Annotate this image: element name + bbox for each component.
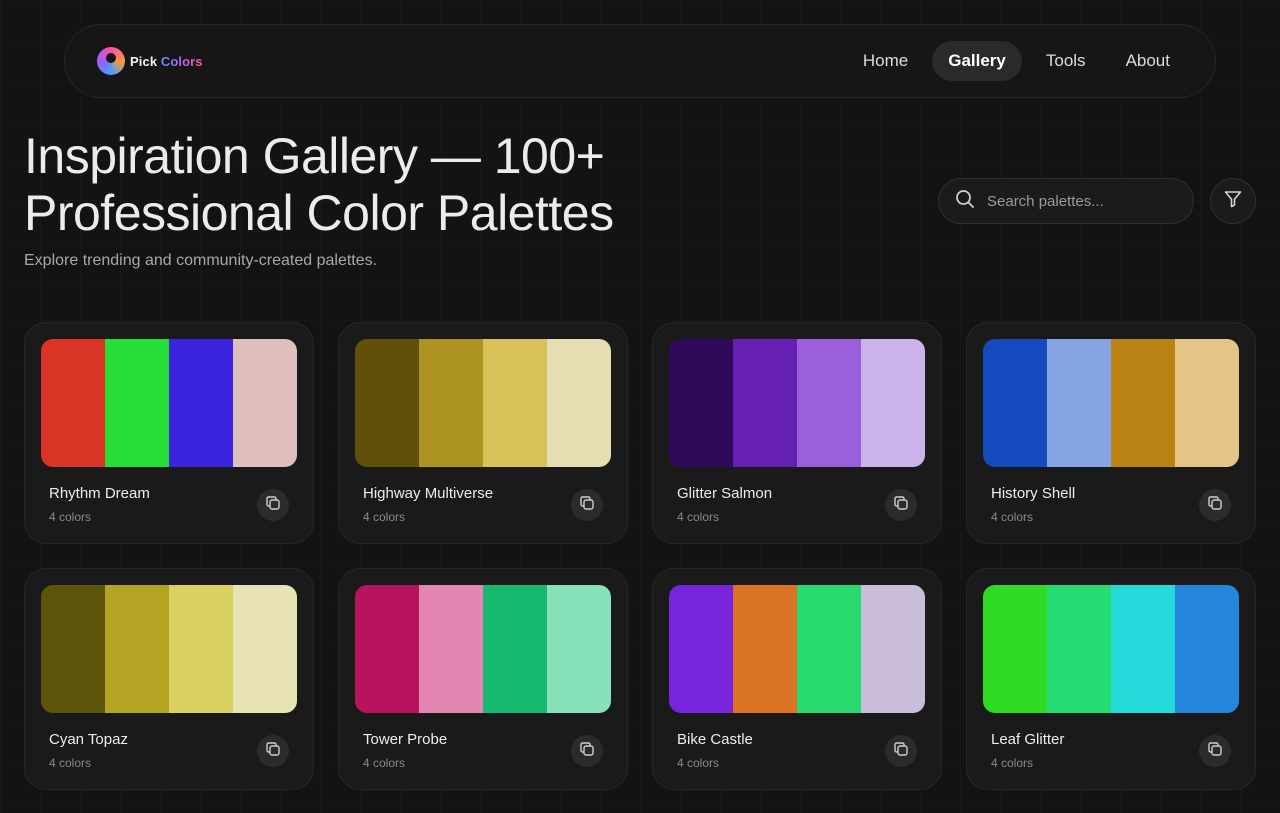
copy-palette-button[interactable] (257, 735, 289, 767)
copy-icon (893, 741, 909, 762)
color-swatch[interactable] (1111, 339, 1175, 467)
palette-color-count: 4 colors (677, 756, 720, 770)
color-swatch[interactable] (983, 585, 1047, 713)
color-swatch[interactable] (547, 585, 611, 713)
palette-color-count: 4 colors (677, 510, 720, 524)
page-title: Inspiration Gallery — 100+ Professional … (24, 128, 614, 241)
palette-name: Rhythm Dream (49, 485, 150, 502)
color-swatch[interactable] (169, 339, 233, 467)
copy-palette-button[interactable] (1199, 489, 1231, 521)
color-swatch[interactable] (669, 585, 733, 713)
page-subtitle: Explore trending and community-created p… (24, 252, 378, 269)
color-swatch[interactable] (419, 339, 483, 467)
palette-name: Bike Castle (677, 731, 753, 748)
copy-icon (893, 495, 909, 516)
palette-card[interactable]: Cyan Topaz 4 colors (24, 568, 314, 790)
color-swatch[interactable] (41, 585, 105, 713)
search-icon (955, 189, 975, 214)
color-swatch[interactable] (797, 339, 861, 467)
color-swatch[interactable] (105, 339, 169, 467)
color-swatch[interactable] (861, 339, 925, 467)
palette-swatches[interactable] (669, 585, 925, 713)
palette-color-count: 4 colors (991, 756, 1034, 770)
color-swatch[interactable] (1175, 585, 1239, 713)
color-swatch[interactable] (483, 585, 547, 713)
color-swatch[interactable] (483, 339, 547, 467)
copy-icon (1207, 741, 1223, 762)
color-swatch[interactable] (233, 339, 297, 467)
palette-color-count: 4 colors (363, 510, 406, 524)
color-swatch[interactable] (1047, 585, 1111, 713)
palette-name: Glitter Salmon (677, 485, 773, 502)
nav-home[interactable]: Home (847, 41, 924, 81)
palette-name: Highway Multiverse (363, 485, 494, 502)
navbar: Pick Colors Home Gallery Tools About (64, 24, 1216, 98)
palette-swatches[interactable] (41, 339, 297, 467)
palette-swatches[interactable] (41, 585, 297, 713)
palette-card[interactable]: Bike Castle 4 colors (652, 568, 942, 790)
palette-name: History Shell (991, 485, 1076, 502)
palette-swatches[interactable] (983, 339, 1239, 467)
color-swatch[interactable] (355, 339, 419, 467)
palette-color-count: 4 colors (49, 756, 92, 770)
color-swatch[interactable] (1111, 585, 1175, 713)
nav-links: Home Gallery Tools About (847, 41, 1186, 81)
color-swatch[interactable] (1047, 339, 1111, 467)
copy-icon (1207, 495, 1223, 516)
color-swatch[interactable] (861, 585, 925, 713)
color-swatch[interactable] (41, 339, 105, 467)
copy-palette-button[interactable] (885, 735, 917, 767)
palette-card[interactable]: Highway Multiverse 4 colors (338, 322, 628, 544)
logo-icon (97, 47, 125, 75)
color-swatch[interactable] (547, 339, 611, 467)
color-swatch[interactable] (983, 339, 1047, 467)
palette-color-count: 4 colors (49, 510, 92, 524)
copy-palette-button[interactable] (571, 735, 603, 767)
color-swatch[interactable] (105, 585, 169, 713)
color-swatch[interactable] (733, 339, 797, 467)
color-swatch[interactable] (169, 585, 233, 713)
palette-card[interactable]: Rhythm Dream 4 colors (24, 322, 314, 544)
color-swatch[interactable] (733, 585, 797, 713)
brand-name-part1: Pick (130, 53, 161, 69)
palette-name: Cyan Topaz (49, 731, 128, 748)
copy-palette-button[interactable] (885, 489, 917, 521)
color-swatch[interactable] (797, 585, 861, 713)
brand-logo[interactable]: Pick Colors (97, 47, 203, 75)
palette-swatches[interactable] (669, 339, 925, 467)
color-swatch[interactable] (1175, 339, 1239, 467)
copy-palette-button[interactable] (257, 489, 289, 521)
palette-color-count: 4 colors (991, 510, 1034, 524)
search-input[interactable] (987, 192, 1177, 210)
palette-card[interactable]: Leaf Glitter 4 colors (966, 568, 1256, 790)
copy-palette-button[interactable] (571, 489, 603, 521)
nav-tools[interactable]: Tools (1030, 41, 1102, 81)
palette-name: Leaf Glitter (991, 731, 1065, 748)
palette-swatches[interactable] (983, 585, 1239, 713)
brand-name-part2: Colors (160, 53, 203, 69)
search-box[interactable] (938, 178, 1194, 224)
palette-swatches[interactable] (355, 585, 611, 713)
palette-card[interactable]: Tower Probe 4 colors (338, 568, 628, 790)
palette-card[interactable]: History Shell 4 colors (966, 322, 1256, 544)
palette-swatches[interactable] (355, 339, 611, 467)
color-swatch[interactable] (355, 585, 419, 713)
filter-icon (1223, 189, 1243, 214)
color-swatch[interactable] (419, 585, 483, 713)
copy-icon (265, 495, 281, 516)
palette-grid: Rhythm Dream 4 colors Highway Multiverse 4 … (24, 322, 1256, 790)
color-swatch[interactable] (669, 339, 733, 467)
brand-name: Pick Colors (130, 54, 203, 69)
palette-card[interactable]: Glitter Salmon 4 colors (652, 322, 942, 544)
palette-name: Tower Probe (363, 731, 448, 748)
color-swatch[interactable] (233, 585, 297, 713)
copy-icon (265, 741, 281, 762)
copy-icon (579, 495, 595, 516)
nav-about[interactable]: About (1110, 41, 1186, 81)
copy-icon (579, 741, 595, 762)
filter-button[interactable] (1210, 178, 1256, 224)
palette-color-count: 4 colors (363, 756, 406, 770)
nav-gallery[interactable]: Gallery (932, 41, 1022, 81)
copy-palette-button[interactable] (1199, 735, 1231, 767)
